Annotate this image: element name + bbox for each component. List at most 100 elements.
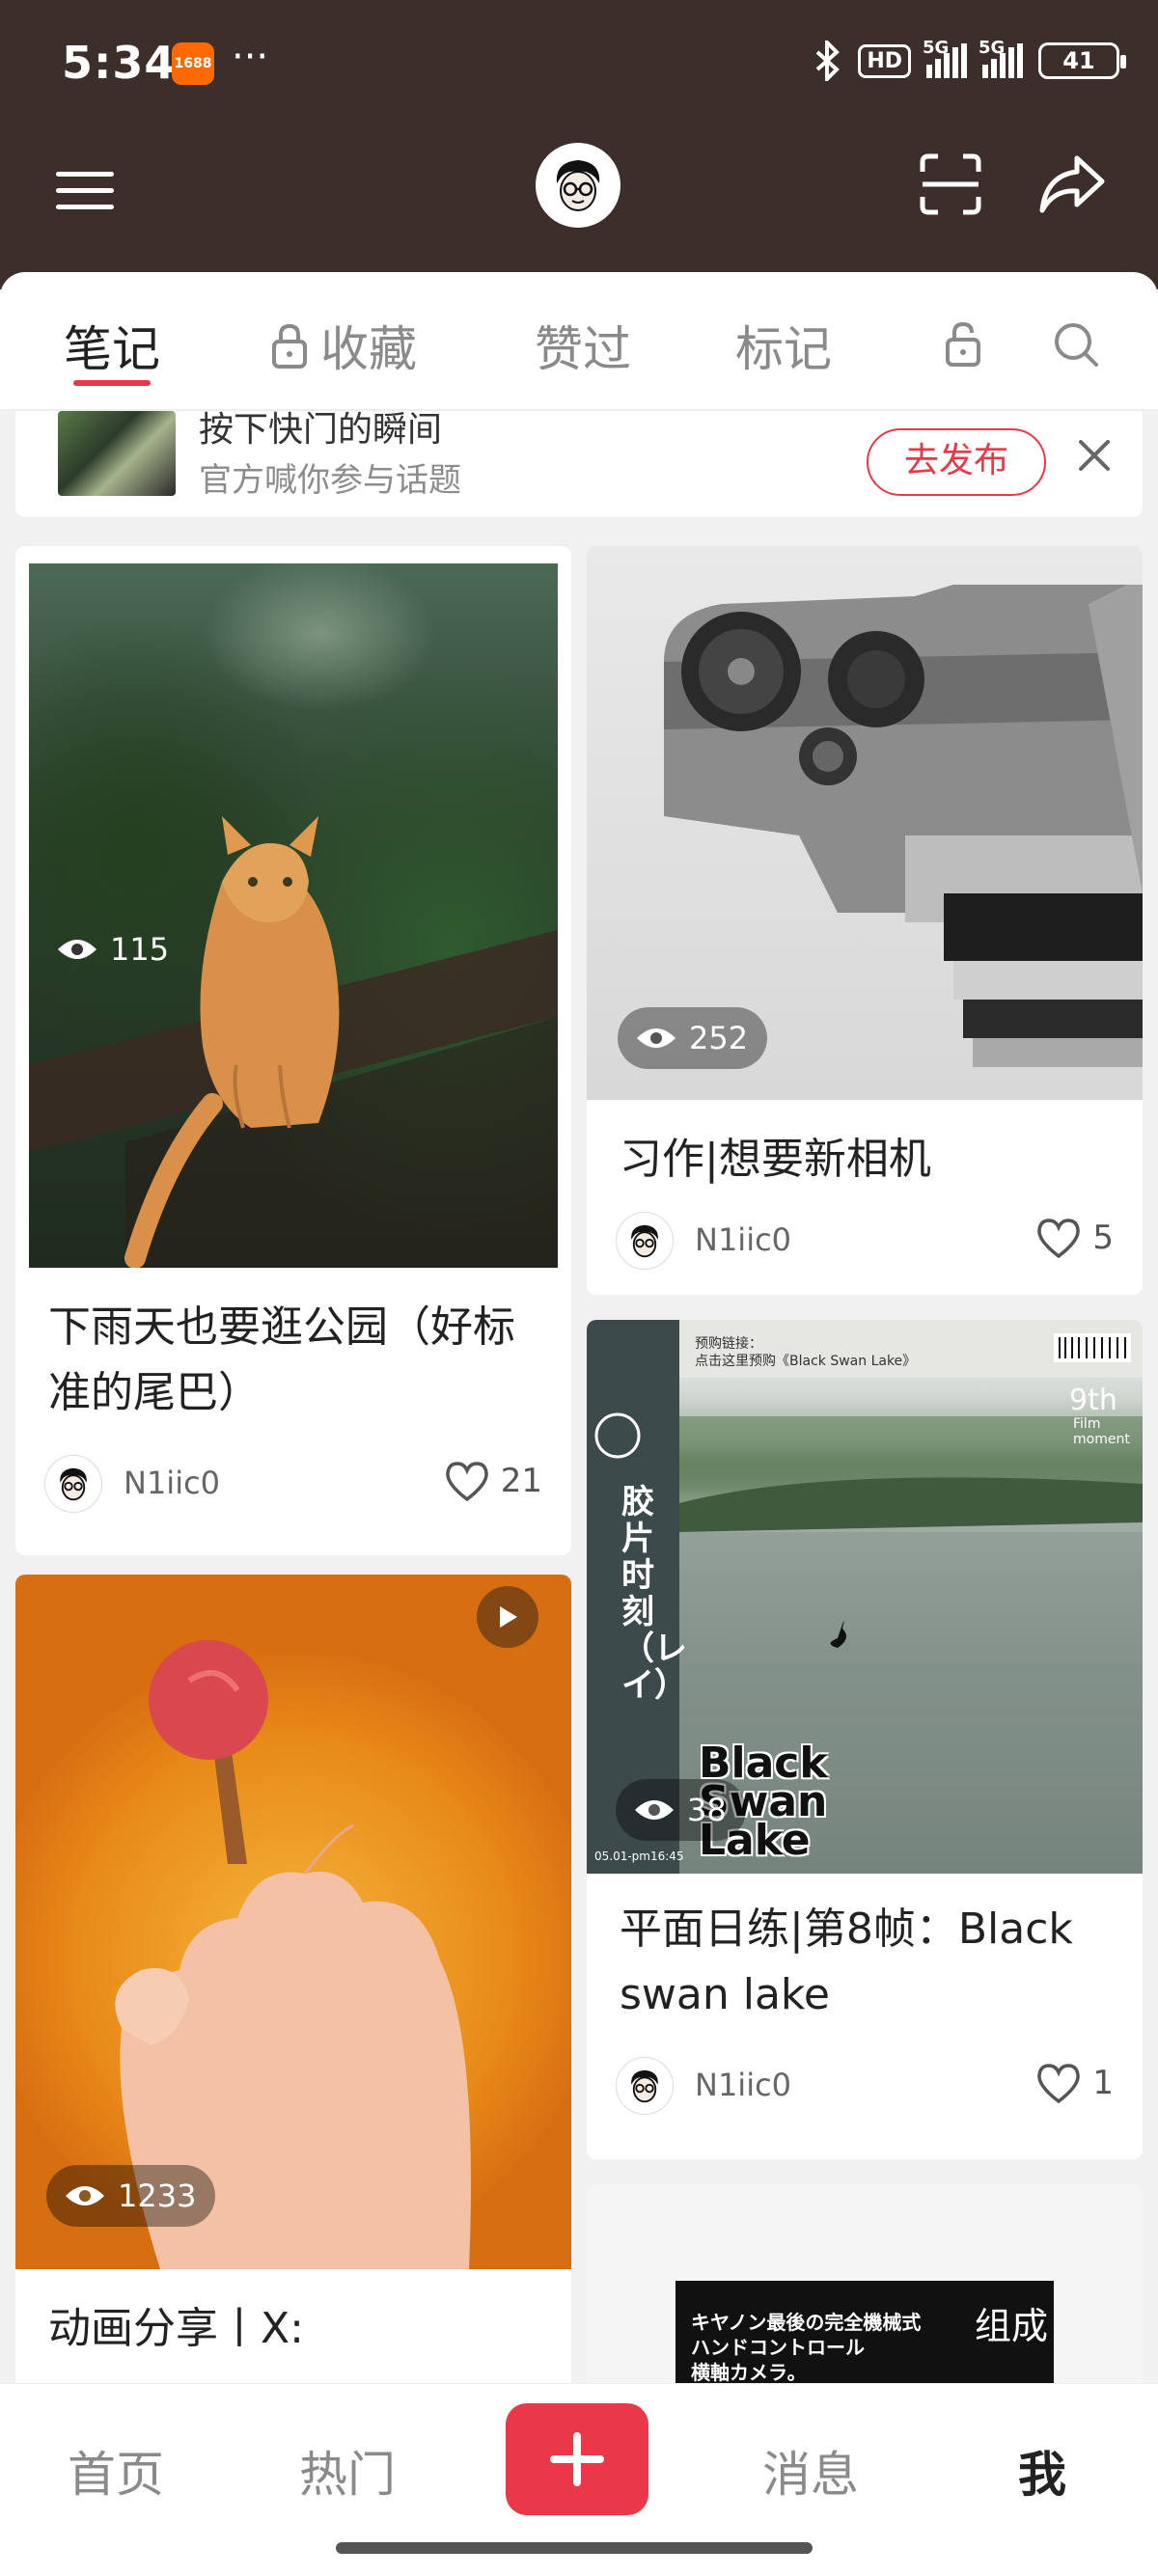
note-meta: N1iic0 21	[15, 1455, 571, 1517]
profile-header	[0, 135, 1158, 270]
note-card[interactable]: 1233 动画分享丨X:	[15, 1575, 571, 2383]
view-count-value: 252	[689, 1020, 749, 1056]
view-count: 252	[618, 1007, 768, 1069]
eye-icon	[635, 1800, 674, 1820]
signal-icon-1: 5G	[923, 38, 967, 78]
heart-icon	[445, 1462, 488, 1501]
poster-link-label: 预购链接：	[695, 1336, 762, 1352]
note-title: 下雨天也要逛公园（好标准的尾巴）	[48, 1302, 515, 1417]
bottom-nav: 首页 热门 消息 我	[0, 2383, 1158, 2576]
ad-text-line: 横軸カメラ。	[691, 2361, 807, 2383]
like-count: 1	[1092, 2064, 1114, 2102]
home-indicator[interactable]	[336, 2542, 813, 2554]
status-bar: 5:34 1688 ··· HD 5G 5G 41	[0, 0, 1158, 135]
network-type-label: 5G	[979, 38, 1006, 58]
signal-icon-2: 5G	[979, 38, 1023, 78]
poster-issue-sub: Film moment	[1073, 1416, 1130, 1447]
video-play-icon	[477, 1586, 538, 1648]
tab-favorites[interactable]: 收藏	[270, 311, 417, 380]
note-card[interactable]: 05.01-pm16:45 预购链接： 点击这里预购《Black Swan La…	[587, 1320, 1143, 2159]
author-name[interactable]: N1iic0	[695, 2067, 791, 2103]
note-card[interactable]: キヤノン最後の完全機械式 ハンドコントロール 横軸カメラ。 组成	[587, 2184, 1143, 2383]
tab-liked[interactable]: 赞过	[535, 311, 631, 380]
active-tab-indicator	[73, 380, 151, 386]
note-title: 动画分享丨X:	[48, 2304, 304, 2353]
note-title: 平面日练|第8帧：Black swan lake	[620, 1905, 1073, 2019]
nav-messages[interactable]: 消息	[743, 2436, 878, 2506]
note-card[interactable]: 115 下雨天也要逛公园（好标准的尾巴） N1iic0 21	[15, 546, 571, 1555]
profile-tabs: 笔记 收藏 赞过 标记	[0, 272, 1158, 411]
ad-banner-image: キヤノン最後の完全機械式 ハンドコントロール 横軸カメラ。 组成	[676, 2281, 1054, 2383]
nav-trending[interactable]: 热门	[280, 2436, 415, 2506]
share-icon[interactable]	[1038, 152, 1106, 216]
view-count-value: 115	[110, 931, 170, 968]
private-lock-icon[interactable]	[944, 320, 982, 367]
author-avatar	[616, 2057, 674, 2115]
app-notification-icon: 1688	[172, 42, 214, 85]
note-meta: N1iic0 1	[587, 2057, 1143, 2119]
note-card[interactable]: 252 习作|想要新相机 N1iic0 5	[587, 546, 1143, 1295]
eye-icon	[58, 940, 96, 959]
avatar[interactable]	[536, 143, 620, 228]
status-icons: HD 5G 5G 41	[813, 38, 1126, 81]
ad-text-line: ハンドコントロール	[691, 2336, 865, 2359]
cat-illustration	[29, 816, 558, 1269]
notes-feed[interactable]: 按下快门的瞬间 官方喊你参与话题 去发布 115 下雨天也要逛公园（好标准的尾巴…	[0, 411, 1158, 2383]
svg-text:05.01-pm16:45: 05.01-pm16:45	[594, 1850, 684, 1863]
close-icon[interactable]	[1073, 434, 1116, 477]
topic-title: 按下快门的瞬间	[199, 411, 443, 450]
battery-icon: 41	[1038, 42, 1126, 79]
like-button[interactable]: 21	[445, 1461, 542, 1501]
create-post-button[interactable]	[506, 2403, 648, 2515]
nav-home[interactable]: 首页	[48, 2436, 183, 2506]
topic-thumbnail	[58, 411, 176, 496]
menu-button[interactable]	[56, 164, 114, 222]
tab-favorites-label: 收藏	[320, 321, 417, 377]
search-icon[interactable]	[1052, 320, 1100, 369]
note-meta: N1iic0 5	[587, 1212, 1143, 1274]
avatar-face-icon	[60, 1467, 87, 1501]
avatar-face-icon	[556, 160, 600, 211]
view-count: 1233	[46, 2165, 216, 2227]
heart-icon	[1037, 1219, 1081, 1258]
like-button[interactable]: 1	[1036, 2063, 1114, 2103]
status-time: 5:34	[62, 37, 177, 89]
author-name[interactable]: N1iic0	[124, 1465, 220, 1501]
lock-icon	[272, 323, 307, 369]
tab-notes[interactable]: 笔记	[64, 311, 160, 380]
ad-text-line: キヤノン最後の完全機械式	[691, 2311, 922, 2334]
view-count: 38	[616, 1779, 746, 1841]
topic-subtitle: 官方喊你参与话题	[199, 461, 461, 500]
view-count-value: 1233	[118, 2178, 197, 2214]
eye-icon	[637, 1028, 676, 1048]
eye-icon	[66, 2186, 104, 2206]
plus-icon	[550, 2432, 604, 2486]
note-title: 习作|想要新相机	[620, 1135, 931, 1184]
ad-text: キヤノン最後の完全機械式 ハンドコントロール 横軸カメラ。	[691, 2310, 921, 2383]
poster-link-text: 点击这里预购《Black Swan Lake》	[695, 1354, 917, 1369]
publish-button[interactable]: 去发布	[867, 428, 1046, 496]
like-button[interactable]: 5	[1036, 1218, 1114, 1258]
view-count-value: 38	[687, 1792, 727, 1828]
top-header: 5:34 1688 ··· HD 5G 5G 41	[0, 0, 1158, 289]
avatar-face-icon	[631, 1224, 658, 1258]
heart-icon	[1037, 2064, 1081, 2103]
note-cover-image: 252	[587, 546, 1143, 1100]
author-name[interactable]: N1iic0	[695, 1221, 791, 1258]
tab-tagged[interactable]: 标记	[735, 311, 832, 380]
author-avatar	[616, 1212, 674, 1270]
more-notifications-icon: ···	[232, 35, 269, 79]
poster-vertical-title: 胶片时刻（レイ）	[621, 1483, 687, 1705]
scan-icon[interactable]	[919, 152, 982, 216]
menu-icon	[56, 172, 114, 177]
note-cover-image: 1233	[15, 1575, 571, 2269]
like-count: 21	[500, 1462, 542, 1500]
avatar-face-icon	[631, 2069, 658, 2103]
topic-banner[interactable]: 按下快门的瞬间 官方喊你参与话题 去发布	[15, 411, 1143, 517]
bluetooth-icon	[815, 41, 841, 81]
nav-me[interactable]: 我	[975, 2436, 1110, 2506]
author-avatar	[44, 1455, 102, 1513]
network-type-label: 5G	[923, 38, 950, 58]
ad-side-text: 组成	[975, 2305, 1049, 2347]
view-count: 115	[39, 918, 188, 980]
